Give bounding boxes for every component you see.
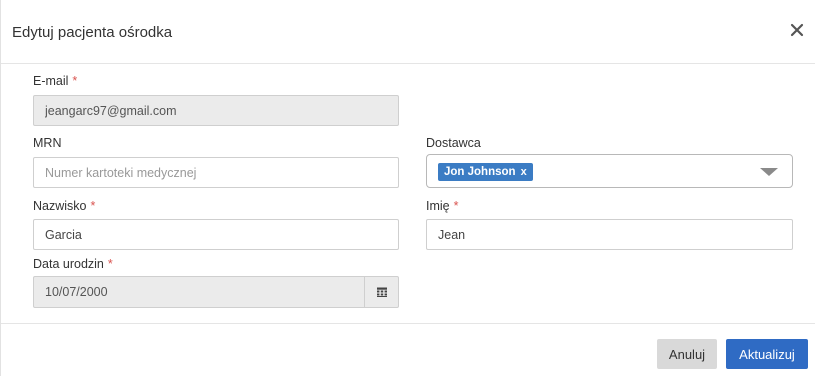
required-marker: * (453, 199, 459, 213)
calendar-icon[interactable] (364, 276, 399, 308)
email-field[interactable] (33, 95, 399, 126)
last-name-field[interactable] (33, 219, 399, 250)
dob-label-text: Data urodzin (33, 257, 104, 271)
first-name-label-text: Imię (426, 199, 450, 213)
close-icon[interactable] (788, 21, 806, 39)
first-name-field[interactable] (426, 219, 793, 250)
dob-datepicker (33, 276, 399, 308)
last-name-label-text: Nazwisko (33, 199, 87, 213)
first-name-label: Imię * (426, 199, 459, 213)
cancel-button[interactable]: Anuluj (657, 339, 717, 369)
modal-title: Edytuj pacjenta ośrodka (12, 24, 173, 41)
required-marker: * (72, 74, 78, 88)
update-button[interactable]: Aktualizuj (726, 339, 808, 369)
provider-tag-remove[interactable]: x (521, 166, 527, 178)
email-label-text: E-mail (33, 74, 69, 88)
provider-select[interactable]: Jon Johnson x (426, 154, 793, 188)
provider-label: Dostawca (426, 136, 481, 150)
required-marker: * (107, 257, 113, 271)
edit-patient-modal: Edytuj pacjenta ośrodka E-mail* MRN Dost… (0, 0, 815, 376)
dob-field[interactable] (33, 276, 364, 308)
mrn-field[interactable] (33, 157, 399, 188)
email-label: E-mail * (33, 74, 77, 88)
modal-header: Edytuj pacjenta ośrodka (1, 0, 815, 64)
dob-label: Data urodzin * (33, 257, 113, 271)
mrn-label: MRN (33, 136, 62, 150)
provider-tag-label: Jon Johnson (444, 166, 516, 178)
modal-footer: Anuluj Aktualizuj (1, 323, 815, 376)
chevron-down-icon[interactable] (760, 168, 778, 176)
required-marker: * (90, 199, 96, 213)
last-name-label: Nazwisko * (33, 199, 95, 213)
provider-tag: Jon Johnson x (438, 163, 533, 181)
